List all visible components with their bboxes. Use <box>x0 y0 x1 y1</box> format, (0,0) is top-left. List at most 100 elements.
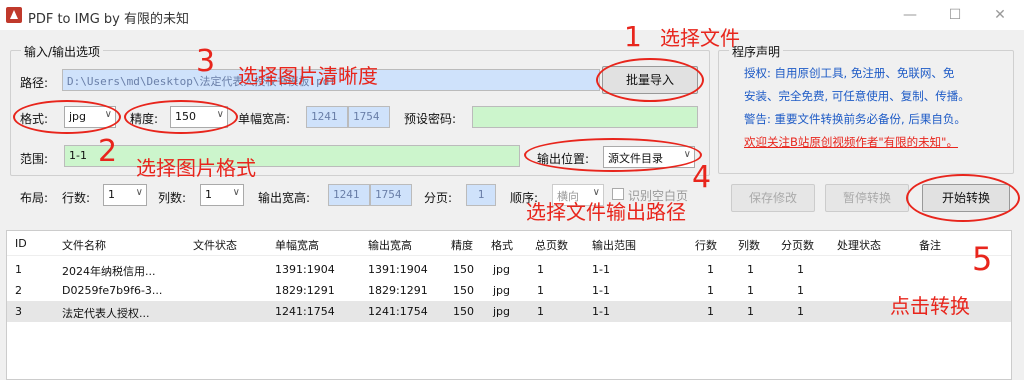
cell-pages: 1 <box>797 284 804 297</box>
cell-pages: 1 <box>797 263 804 276</box>
header-total-pages: 总页数 <box>535 239 568 252</box>
table-row[interactable]: 1 2024年纳税信用... 1391:1904 1391:1904 150 j… <box>7 259 1011 280</box>
title-bar: PDF to IMG by 有限的未知 — ☐ ✕ <box>0 0 1024 30</box>
annotation-select-output-path: 选择文件输出路径 <box>526 200 686 224</box>
close-button[interactable]: ✕ <box>985 5 1015 25</box>
rows-select[interactable]: 1 ∨ <box>103 184 147 206</box>
notice-line-3: 警告: 重要文件转换前务必备份, 后果自负。 <box>744 112 966 126</box>
cell-rows: 1 <box>707 284 714 297</box>
cell-precision: 150 <box>453 284 474 297</box>
table-row[interactable]: 2 D0259fe7b9f6-3... 1829:1291 1829:1291 … <box>7 280 1011 301</box>
password-label: 预设密码: <box>404 112 457 126</box>
minimize-button[interactable]: — <box>895 5 925 25</box>
header-rows: 行数 <box>695 239 717 252</box>
cell-output-range: 1-1 <box>592 284 610 297</box>
cell-total-pages: 1 <box>537 263 544 276</box>
cols-value: 1 <box>205 188 212 201</box>
annotation-number-4: 4 <box>692 160 712 195</box>
cell-output-size: 1829:1291 <box>368 284 428 297</box>
annotation-oval-format <box>13 100 121 134</box>
layout-label: 布局: <box>20 191 49 205</box>
cell-single-size: 1241:1754 <box>275 305 335 318</box>
table-row-selected[interactable]: 3 法定代表人授权... 1241:1754 1241:1754 150 jpg… <box>7 301 1011 322</box>
annotation-number-1: 1 <box>624 20 642 53</box>
cell-id: 3 <box>15 305 22 318</box>
chevron-down-icon: ∨ <box>232 187 240 198</box>
cell-id: 1 <box>15 263 22 276</box>
path-label: 路径: <box>20 76 49 90</box>
cell-format: jpg <box>493 305 511 318</box>
cell-file-name: D0259fe7b9f6-3... <box>62 284 163 297</box>
cell-single-size: 1829:1291 <box>275 284 335 297</box>
annotation-select-format: 选择图片格式 <box>136 156 256 180</box>
cell-total-pages: 1 <box>537 305 544 318</box>
cell-cols: 1 <box>747 305 754 318</box>
header-cols: 列数 <box>738 239 760 252</box>
single-height-field: 1754 <box>348 106 390 128</box>
rows-value: 1 <box>108 188 115 201</box>
cell-cols: 1 <box>747 284 754 297</box>
cell-precision: 150 <box>453 263 474 276</box>
pause-button[interactable]: 暂停转换 <box>825 184 909 212</box>
notice-line-4[interactable]: 欢迎关注B站原创视频作者"有限的未知"。 <box>744 131 958 154</box>
cell-file-name: 法定代表人授权... <box>62 307 150 320</box>
window-title: PDF to IMG by 有限的未知 <box>28 12 189 27</box>
range-input[interactable]: 1-1 <box>64 145 520 167</box>
cell-total-pages: 1 <box>537 284 544 297</box>
output-width-field: 1241 <box>328 184 370 206</box>
annotation-oval-start <box>906 174 1020 222</box>
notice-line-2: 安装、完全免费, 可任意使用、复制、传播。 <box>744 89 970 103</box>
header-output-size: 输出宽高 <box>368 239 412 252</box>
annotation-number-5: 5 <box>972 240 993 278</box>
cell-pages: 1 <box>797 305 804 318</box>
cell-id: 2 <box>15 284 22 297</box>
cell-output-size: 1241:1754 <box>368 305 428 318</box>
cols-label: 列数: <box>158 191 187 205</box>
single-size-label: 单幅宽高: <box>238 112 291 126</box>
output-height-field: 1754 <box>370 184 412 206</box>
save-button[interactable]: 保存修改 <box>731 184 815 212</box>
header-format: 格式 <box>491 239 513 252</box>
cell-rows: 1 <box>707 305 714 318</box>
annotation-select-clarity: 选择图片清晰度 <box>238 64 378 88</box>
paging-field: 1 <box>466 184 496 206</box>
annotation-oval-precision <box>124 100 238 134</box>
chevron-down-icon: ∨ <box>135 187 143 198</box>
cell-format: jpg <box>493 284 511 297</box>
header-pages: 分页数 <box>781 239 814 252</box>
cell-precision: 150 <box>453 305 474 318</box>
pdf-app-icon <box>6 7 22 23</box>
paging-label: 分页: <box>424 191 453 205</box>
header-single-size: 单幅宽高 <box>275 239 319 252</box>
header-id: ID <box>15 237 27 250</box>
table-header-row: ID 文件名称 文件状态 单幅宽高 输出宽高 精度 格式 总页数 输出范围 行数… <box>7 235 1011 256</box>
range-label: 范围: <box>20 152 49 166</box>
header-output-range: 输出范围 <box>592 239 636 252</box>
rows-label: 行数: <box>62 191 91 205</box>
password-input[interactable] <box>472 106 698 128</box>
cell-format: jpg <box>493 263 511 276</box>
cell-file-name: 2024年纳税信用... <box>62 265 156 278</box>
header-process-status: 处理状态 <box>837 239 881 252</box>
annotation-number-3: 3 <box>196 44 216 79</box>
output-size-label: 输出宽高: <box>258 191 311 205</box>
annotation-oval-batch-import <box>596 58 704 102</box>
file-table: ID 文件名称 文件状态 单幅宽高 输出宽高 精度 格式 总页数 输出范围 行数… <box>6 230 1012 380</box>
cell-single-size: 1391:1904 <box>275 263 335 276</box>
cell-output-size: 1391:1904 <box>368 263 428 276</box>
header-notes: 备注 <box>919 239 941 252</box>
cell-cols: 1 <box>747 263 754 276</box>
annotation-select-file: 选择文件 <box>660 26 740 50</box>
annotation-number-2: 2 <box>98 134 118 169</box>
annotation-click-convert: 点击转换 <box>890 294 970 318</box>
header-precision: 精度 <box>451 239 473 252</box>
annotation-oval-output-location <box>524 138 702 172</box>
header-file-name: 文件名称 <box>62 239 106 252</box>
cell-rows: 1 <box>707 263 714 276</box>
notice-line-1: 授权: 自用原创工具, 免注册、免联网、免 <box>744 66 955 80</box>
cols-select[interactable]: 1 ∨ <box>200 184 244 206</box>
single-width-field: 1241 <box>306 106 348 128</box>
io-group-title: 输入/输出选项 <box>21 43 104 60</box>
cell-output-range: 1-1 <box>592 263 610 276</box>
maximize-button[interactable]: ☐ <box>940 5 970 25</box>
